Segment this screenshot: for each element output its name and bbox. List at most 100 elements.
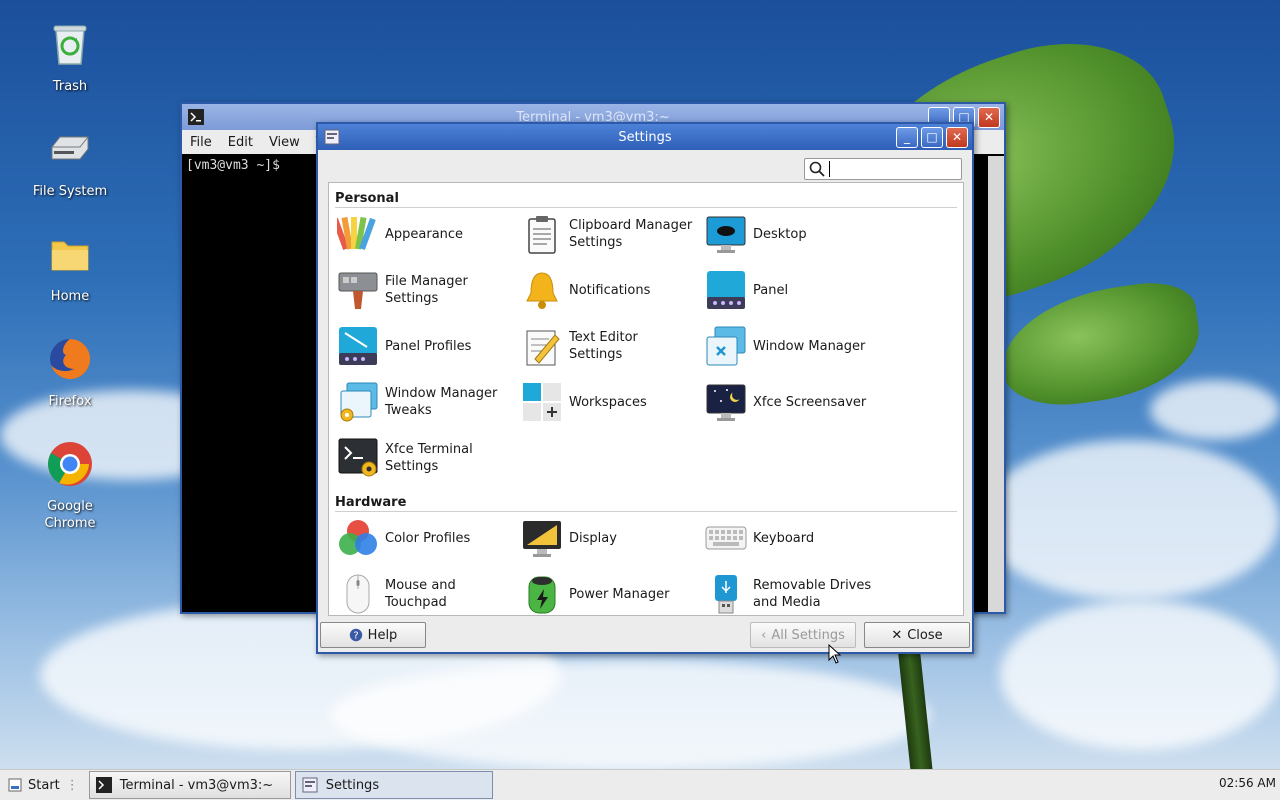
maximize-button[interactable]: □: [921, 127, 943, 148]
screensaver-icon: [706, 384, 746, 421]
settings-item-terminal-settings[interactable]: Xfce Terminal Settings: [337, 435, 519, 481]
settings-item-label: Window Manager: [753, 338, 866, 354]
settings-item-clipboard[interactable]: Clipboard Manager Settings: [521, 211, 703, 257]
folder-icon: [51, 241, 89, 271]
task-settings[interactable]: Settings: [294, 771, 493, 799]
file-manager-icon: [338, 272, 378, 309]
settings-item-label: Text Editor Settings: [569, 330, 638, 362]
window-manager-icon: [706, 326, 746, 366]
desktop-icon-label: Firefox: [48, 394, 92, 409]
section-title-personal: Personal: [335, 191, 399, 206]
search-field[interactable]: [804, 158, 962, 180]
button-bar: ? Help ‹ All Settings ✕ Close: [318, 622, 972, 652]
mouse-cursor-icon: [828, 644, 842, 664]
settings-item-workspaces[interactable]: Workspaces: [521, 379, 703, 425]
window-title: Settings: [618, 129, 672, 145]
settings-titlebar[interactable]: Settings _ □ ✕: [318, 124, 972, 150]
clipboard-icon: [528, 216, 556, 254]
bell-icon: [526, 272, 558, 309]
settings-item-label: Keyboard: [753, 530, 815, 546]
desktop-icon-firefox[interactable]: Firefox: [20, 335, 120, 410]
settings-item-panel-profiles[interactable]: Panel Profiles: [337, 323, 519, 369]
settings-item-color-profiles[interactable]: Color Profiles: [337, 515, 519, 561]
settings-item-display[interactable]: Display: [521, 515, 703, 561]
help-icon: ?: [349, 628, 362, 642]
panel-profiles-icon: [339, 327, 377, 365]
workspaces-icon: [523, 383, 561, 421]
settings-item-label: Appearance: [385, 226, 464, 242]
settings-item-notifications[interactable]: Notifications: [521, 267, 703, 313]
desktop-icon: [706, 216, 746, 253]
all-settings-button-label: All Settings: [771, 627, 845, 643]
terminal-scrollbar[interactable]: [988, 156, 1004, 612]
settings-item-label: Power Manager: [569, 586, 670, 602]
search-input[interactable]: [829, 161, 961, 177]
firefox-icon: [50, 338, 91, 379]
keyboard-icon: [705, 526, 747, 550]
section-title-hardware: Hardware: [335, 495, 407, 510]
desktop-icon-label: Google Chrome: [44, 499, 96, 531]
window-tweaks-icon: [340, 382, 378, 422]
desktop-icon-filesystem[interactable]: File System: [20, 125, 120, 200]
settings-item-label: Xfce Screensaver: [753, 394, 867, 410]
close-dialog-button[interactable]: ✕ Close: [864, 622, 970, 648]
settings-item-panel[interactable]: Panel: [705, 267, 887, 313]
settings-item-desktop[interactable]: Desktop: [705, 211, 887, 257]
close-icon: ✕: [891, 627, 903, 643]
help-button[interactable]: ? Help: [320, 622, 426, 648]
settings-item-label: Workspaces: [569, 394, 647, 410]
menu-view[interactable]: View: [269, 135, 300, 150]
desktop-icon-trash[interactable]: Trash: [20, 20, 120, 95]
settings-item-label: Panel Profiles: [385, 338, 472, 354]
settings-item-window-manager[interactable]: Window Manager: [705, 323, 887, 369]
terminal-icon: [188, 109, 204, 125]
mouse-icon: [346, 574, 370, 614]
settings-window-icon: [302, 777, 318, 793]
settings-item-mouse[interactable]: Mouse and Touchpad: [337, 571, 519, 615]
section-divider: [335, 207, 957, 208]
terminal-prompt: [vm3@vm3 ~]$: [186, 158, 288, 173]
trash-icon: [53, 25, 87, 65]
minimize-button[interactable]: _: [896, 127, 918, 148]
settings-window[interactable]: Settings _ □ ✕ Personal Appearance Clipb…: [316, 122, 974, 654]
menu-file[interactable]: File: [190, 135, 212, 150]
handle-icon[interactable]: ⋮: [66, 778, 79, 793]
clock[interactable]: 02:56 AM: [1219, 776, 1276, 790]
settings-item-label: Clipboard Manager Settings: [569, 218, 693, 250]
start-label: Start: [28, 777, 60, 793]
settings-item-label: File Manager Settings: [385, 274, 468, 306]
settings-item-label: Window Manager Tweaks: [385, 386, 498, 418]
close-button[interactable]: ✕: [946, 127, 968, 148]
settings-item-keyboard[interactable]: Keyboard: [705, 515, 887, 561]
task-terminal[interactable]: Terminal - vm3@vm3:~: [88, 771, 291, 799]
desktop-icon-home[interactable]: Home: [20, 230, 120, 305]
settings-item-appearance[interactable]: Appearance: [337, 211, 519, 257]
desktop-icon-label: Home: [50, 289, 90, 304]
start-button[interactable]: Start ⋮: [0, 772, 85, 798]
desktop-icon-label: File System: [32, 184, 108, 199]
settings-item-label: Removable Drives and Media: [753, 578, 872, 610]
settings-item-text-editor[interactable]: Text Editor Settings: [521, 323, 703, 369]
settings-item-file-manager[interactable]: File Manager Settings: [337, 267, 519, 313]
close-button[interactable]: ✕: [978, 107, 1000, 128]
settings-item-label: Desktop: [753, 226, 807, 242]
hard-drive-icon: [51, 136, 89, 160]
desktop-icon-chrome[interactable]: Google Chrome: [20, 440, 120, 532]
settings-item-screensaver[interactable]: Xfce Screensaver: [705, 379, 887, 425]
menu-edit[interactable]: Edit: [228, 135, 253, 150]
display-icon: [523, 521, 561, 557]
task-label: Settings: [325, 777, 380, 793]
settings-item-label: Panel: [753, 282, 789, 298]
settings-item-label: Mouse and Touchpad: [385, 578, 456, 610]
svg-text:?: ?: [353, 631, 358, 642]
usb-icon: [715, 575, 737, 614]
settings-item-window-tweaks[interactable]: Window Manager Tweaks: [337, 379, 519, 425]
color-profiles-icon: [339, 520, 377, 555]
section-divider: [335, 511, 957, 512]
settings-item-power-manager[interactable]: Power Manager: [521, 571, 703, 615]
settings-list: Personal Appearance Clipboard Manager Se…: [328, 182, 964, 616]
text-editor-icon: [526, 330, 560, 366]
settings-item-removable-drives[interactable]: Removable Drives and Media: [705, 571, 887, 615]
chrome-icon: [48, 442, 92, 486]
settings-item-label: Display: [569, 530, 617, 546]
